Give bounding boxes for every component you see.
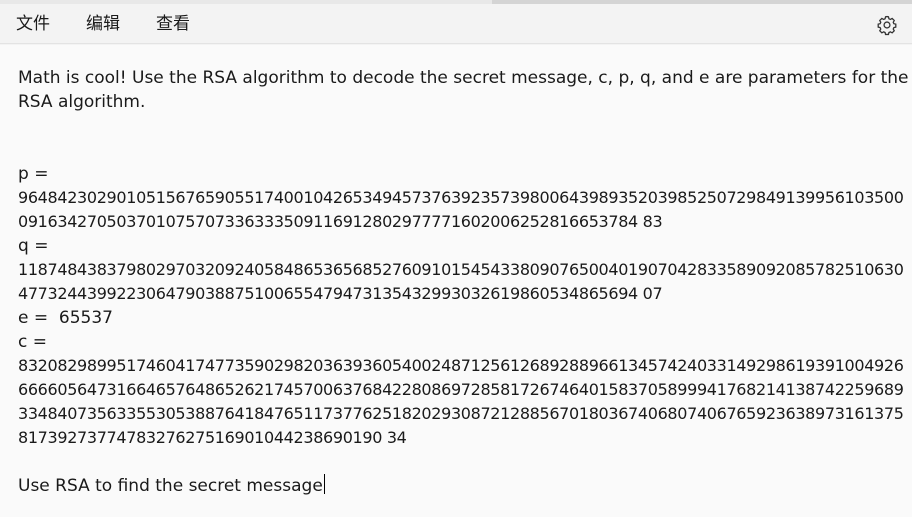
p-value-line: 9648423029010515676590551740010426534945… — [18, 188, 904, 207]
menu-edit[interactable]: 编辑 — [86, 4, 120, 44]
p-label: p = — [18, 164, 49, 184]
final-text: Use RSA to find the secret message — [18, 476, 323, 496]
menu-file[interactable]: 文件 — [16, 4, 50, 44]
c-value-line: 3348407356335530538876418476511737762518… — [18, 404, 904, 423]
q-value-line: 1187484383798029703209240584865365685276… — [18, 260, 904, 279]
menu-bar: 文件 编辑 查看 — [0, 4, 912, 44]
q-value-line: 4773244399223064790388751006554794731354… — [18, 284, 663, 303]
c-value-line: 8173927377478327627516901044238690190 34 — [18, 428, 407, 447]
text-caret — [323, 474, 325, 494]
c-label: c = — [18, 332, 47, 352]
menu-view[interactable]: 查看 — [156, 4, 190, 44]
final-line: Use RSA to find the secret message — [18, 474, 910, 498]
e-line: e = 65537 — [18, 308, 113, 328]
q-label: q = — [18, 236, 49, 256]
c-value-line: 8320829899517460417477359029820363936054… — [18, 356, 904, 375]
gear-icon[interactable] — [876, 14, 898, 36]
c-value-line: 6666056473166465764865262174570063768422… — [18, 380, 904, 399]
intro-text: Math is cool! Use the RSA algorithm to d… — [18, 68, 909, 112]
p-value-line: 0916342705037010757073363335091169128029… — [18, 212, 663, 231]
document-content: Math is cool! Use the RSA algorithm to d… — [18, 66, 910, 498]
text-editor[interactable]: Math is cool! Use the RSA algorithm to d… — [0, 45, 912, 517]
